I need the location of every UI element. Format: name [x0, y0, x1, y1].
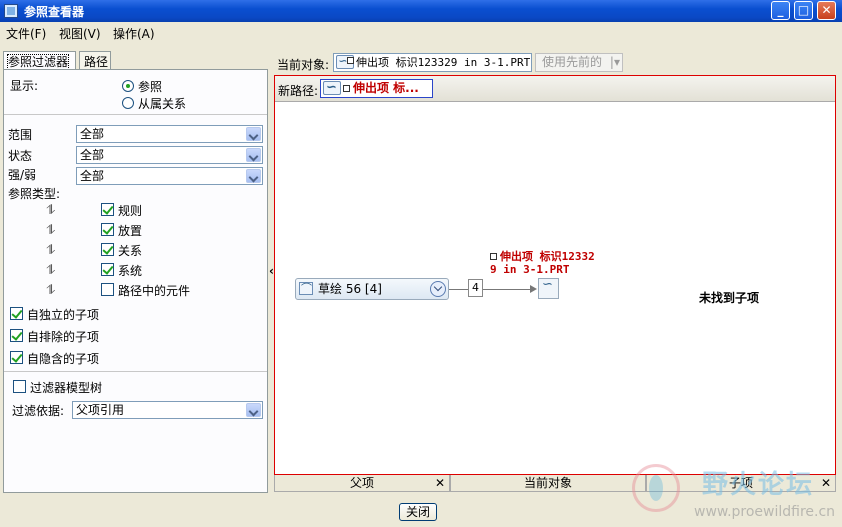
- checkbox-system[interactable]: [101, 263, 114, 276]
- filter-by-select[interactable]: 父项引用: [72, 401, 263, 419]
- menu-action[interactable]: 操作(A): [113, 25, 155, 42]
- checkbox-excluded-children[interactable]: [10, 329, 23, 342]
- feature-icon: [323, 79, 341, 96]
- status-value: 全部: [80, 148, 105, 162]
- tab-path[interactable]: 路径: [79, 51, 111, 70]
- suppressed-marker-icon: [343, 85, 350, 92]
- reference-type-icon: [46, 283, 60, 299]
- current-object-label: 当前对象:: [277, 58, 330, 72]
- new-path-bar: 新路径: 伸出项 标...: [275, 76, 835, 102]
- strength-select[interactable]: 全部: [76, 167, 263, 185]
- checkbox-implied-children-label: 自隐含的子项: [27, 352, 100, 366]
- scope-select[interactable]: 全部: [76, 125, 263, 143]
- checkbox-relation-label: 关系: [118, 244, 143, 258]
- current-node[interactable]: [538, 277, 559, 299]
- menu-bar: 文件(F) 视图(V) 操作(A): [0, 22, 842, 42]
- scope-value: 全部: [80, 127, 105, 141]
- reference-type-icon: [46, 243, 60, 259]
- reference-type-icon: [46, 203, 60, 219]
- radio-reference[interactable]: [122, 80, 134, 92]
- no-children-message: 未找到子项: [699, 291, 760, 305]
- menu-view[interactable]: 视图(V): [59, 25, 101, 42]
- reference-count: 4: [468, 279, 483, 297]
- current-node-label-line1: 伸出项 标识12332: [500, 250, 595, 263]
- radio-dependency-label: 从属关系: [138, 97, 187, 111]
- checkbox-path-component[interactable]: [101, 283, 114, 296]
- column-parent: 父项 ✕: [274, 475, 450, 492]
- use-previous-select[interactable]: 使用先前的: [535, 53, 623, 72]
- new-path-chip[interactable]: 伸出项 标...: [320, 79, 433, 98]
- filter-by-label: 过滤依据:: [12, 404, 65, 418]
- column-current-label: 当前对象: [523, 476, 572, 490]
- checkbox-independent-children-label: 自独立的子项: [27, 308, 100, 322]
- tab-reference-filter[interactable]: 参照过滤器: [3, 51, 76, 71]
- scope-label: 范围: [8, 128, 33, 142]
- expand-down-icon[interactable]: [430, 281, 446, 297]
- divider: [4, 114, 267, 115]
- current-node-label-line2: 9 in 3-1.PRT: [490, 263, 570, 276]
- ref-type-label: 参照类型:: [8, 187, 61, 201]
- close-window-button[interactable]: ✕: [817, 1, 836, 20]
- checkbox-rule[interactable]: [101, 203, 114, 216]
- close-icon[interactable]: ✕: [435, 475, 445, 491]
- reference-graph: 新路径: 伸出项 标... 草绘 56 [4] 4 伸出项 标识12332 9 …: [274, 75, 836, 475]
- forum-logo-icon: [632, 464, 680, 512]
- new-path-label: 新路径:: [278, 84, 319, 98]
- checkbox-implied-children[interactable]: [10, 351, 23, 364]
- reference-type-icon: [46, 223, 60, 239]
- connector-line: [449, 289, 468, 290]
- checkbox-placement[interactable]: [101, 223, 114, 236]
- connector-line: [483, 289, 530, 290]
- window-title: 参照查看器: [24, 5, 85, 19]
- display-label: 显示:: [10, 79, 39, 93]
- forum-watermark: 野火论坛 www.proewildfire.cn: [630, 462, 835, 524]
- new-path-chip-label: 伸出项 标...: [353, 81, 419, 95]
- reference-type-icon: [46, 263, 60, 279]
- strength-value: 全部: [80, 169, 105, 183]
- suppressed-marker-icon: [347, 57, 354, 64]
- sketch-icon: [299, 279, 313, 299]
- strength-label: 强/弱: [8, 168, 37, 182]
- title-bar: 参照查看器 _ □ ✕: [0, 0, 842, 22]
- checkbox-rule-label: 规则: [118, 204, 143, 218]
- divider: [4, 371, 267, 372]
- checkbox-filter-model-tree[interactable]: [13, 380, 26, 393]
- arrow-right-icon: [530, 285, 537, 293]
- tab-path-label: 路径: [84, 55, 109, 69]
- chevron-down-icon[interactable]: [246, 148, 261, 162]
- current-node-label: 伸出项 标识12332 9 in 3-1.PRT: [490, 250, 595, 276]
- menu-file[interactable]: 文件(F): [6, 25, 46, 42]
- checkbox-placement-label: 放置: [118, 224, 143, 238]
- current-object-field[interactable]: 伸出项 标识123329 in 3-1.PRT: [333, 53, 532, 72]
- filter-panel: 显示: 参照 从属关系 范围 全部 状态 全部 强/弱 全部 参照类型: 规则 …: [3, 69, 268, 493]
- checkbox-excluded-children-label: 自排除的子项: [27, 330, 100, 344]
- chevron-down-icon[interactable]: [246, 403, 261, 417]
- app-icon: [4, 4, 18, 18]
- status-select[interactable]: 全部: [76, 146, 263, 164]
- checkbox-path-component-label: 路径中的元件: [118, 284, 191, 298]
- checkbox-independent-children[interactable]: [10, 307, 23, 320]
- filter-by-value: 父项引用: [76, 403, 125, 417]
- checkbox-system-label: 系统: [118, 264, 143, 278]
- column-parent-label: 父项: [349, 476, 374, 490]
- watermark-url: www.proewildfire.cn: [694, 504, 836, 520]
- chevron-down-icon[interactable]: [246, 169, 261, 183]
- checkbox-relation[interactable]: [101, 243, 114, 256]
- parent-node-sketch[interactable]: 草绘 56 [4]: [295, 278, 449, 300]
- close-button[interactable]: 关闭: [399, 503, 437, 521]
- minimize-button[interactable]: _: [771, 1, 790, 20]
- tab-reference-filter-label: 参照过滤器: [6, 54, 70, 70]
- radio-dependency[interactable]: [122, 97, 134, 109]
- radio-reference-label: 参照: [138, 80, 163, 94]
- current-object-value: 伸出项 标识123329 in 3-1.PRT: [356, 56, 531, 69]
- checkbox-filter-model-tree-label: 过滤器模型树: [30, 381, 103, 395]
- chevron-down-icon[interactable]: [246, 127, 261, 141]
- parent-node-label: 草绘 56 [4]: [318, 282, 382, 296]
- column-current: 当前对象: [450, 475, 646, 492]
- use-previous-label: 使用先前的: [542, 55, 603, 69]
- maximize-button[interactable]: □: [794, 1, 813, 20]
- watermark-title: 野火论坛: [702, 470, 815, 500]
- status-label: 状态: [8, 149, 33, 163]
